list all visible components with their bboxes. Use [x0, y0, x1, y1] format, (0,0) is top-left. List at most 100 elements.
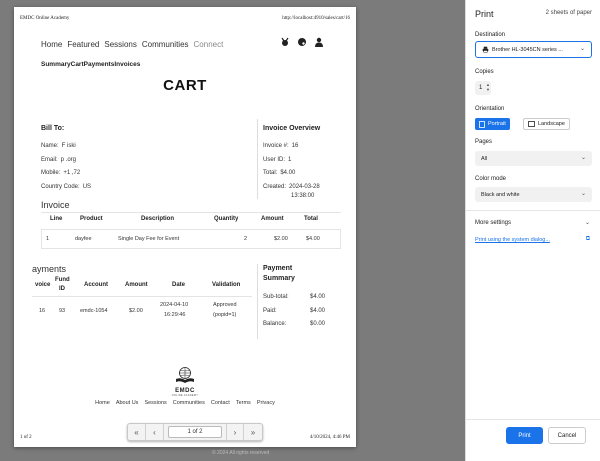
printer-icon — [482, 46, 489, 53]
divider — [257, 119, 258, 199]
last-page-button[interactable]: » — [244, 424, 262, 440]
col-total: Total — [304, 216, 318, 222]
chevron-down-icon: ⌄ — [580, 155, 586, 161]
page-header-url: http://localhost:4910/sales/cart/16 — [282, 16, 350, 21]
print-settings-panel: Print 2 sheets of paper Destination Brot… — [465, 0, 600, 461]
bill-to-name: Name: F iski — [41, 143, 76, 149]
cancel-button[interactable]: Cancel — [548, 427, 586, 444]
subtotal-label: Sub-total: — [263, 294, 289, 300]
cell-description: Single Day Fee for Event — [118, 236, 180, 242]
cell-quantity: 2 — [244, 236, 248, 242]
col-line: Line — [50, 216, 63, 222]
footer-about: About Us — [115, 400, 139, 406]
palette-icon — [298, 38, 306, 46]
badge-icon — [281, 37, 289, 46]
nav-home: Home — [41, 40, 63, 49]
user-icon — [315, 37, 323, 47]
footer-privacy: Privacy — [256, 400, 275, 406]
col-amount: Amount — [261, 216, 284, 222]
cell-total: $4.00 — [306, 236, 320, 242]
col-invoice: voice — [35, 282, 51, 288]
footer-home: Home — [95, 400, 110, 406]
chevron-down-icon: ⌄ — [580, 191, 586, 197]
col-fund: Fund — [55, 277, 70, 283]
orientation-label: Orientation — [475, 106, 505, 112]
pages-label: Pages — [475, 139, 493, 145]
pages-value: All — [481, 155, 488, 162]
invoice-created-time: 13:38:00 — [291, 193, 315, 199]
bill-to-country: Country Code: US — [41, 184, 92, 190]
print-title: Print — [475, 9, 494, 19]
pages-select[interactable]: All ⌄ — [475, 151, 592, 166]
page-title: CART — [163, 77, 207, 94]
footer-sessions: Sessions — [144, 400, 167, 406]
system-dialog-link[interactable]: Print using the system dialog... — [475, 237, 550, 243]
print-button[interactable]: Print — [506, 427, 543, 444]
cell-date: 2024-04-10 — [160, 302, 189, 308]
page-number-input[interactable]: 1 of 2 — [168, 426, 222, 438]
landscape-button[interactable]: Landscape — [523, 118, 570, 130]
next-page-button[interactable]: › — [226, 424, 244, 440]
color-mode-select[interactable]: Black and white ⌄ — [475, 187, 592, 202]
page-footer-date: 4/10/2024, 4:46 PM — [309, 435, 350, 440]
nav-connect: Connect — [193, 40, 224, 49]
paid-label: Paid: — [263, 308, 277, 314]
footer-terms: Terms — [235, 400, 251, 406]
col-date: Date — [172, 282, 186, 288]
destination-value: Brother HL-3045CN series ... — [492, 46, 563, 53]
divider — [257, 264, 258, 339]
color-mode-label: Color mode — [475, 176, 507, 182]
page-navigator: « ‹ 1 of 2 › » — [127, 423, 263, 441]
cell-fund-id: 93 — [59, 308, 66, 314]
cell-amount: $2.00 — [274, 236, 288, 242]
emdc-logo: EMDC ONLINE ACADEMY — [170, 367, 200, 397]
col-product: Product — [80, 216, 103, 222]
chevron-down-icon[interactable]: ⌄ — [585, 219, 590, 226]
invoice-number: Invoice #: 16 — [263, 143, 299, 149]
col-quantity: Quantity — [214, 216, 239, 222]
first-page-button[interactable]: « — [128, 424, 146, 440]
preview-page: EMDC Online Academy http://localhost:491… — [14, 7, 356, 447]
more-settings-toggle[interactable]: More settings — [475, 220, 511, 226]
cell-product: dayfee — [75, 236, 92, 242]
site-nav: Home Featured Sessions Communities Conne… — [41, 40, 223, 49]
invoice-overview-heading: Invoice Overview — [263, 125, 321, 132]
spinner-icon: ▲ ▼ — [486, 82, 490, 92]
external-link-icon: ⧉ — [585, 236, 590, 242]
nav-icons — [280, 37, 324, 47]
color-mode-value: Black and white — [481, 191, 520, 198]
copies-label: Copies — [475, 69, 494, 75]
bill-to-email: Email: p .org — [41, 157, 77, 163]
book-logo-icon — [176, 367, 194, 383]
bill-to-heading: Bill To: — [41, 125, 65, 132]
destination-label: Destination — [475, 32, 506, 38]
cart-subnav: SummaryCartPaymentsInvoices — [41, 61, 141, 68]
cell-invoice: 16 — [39, 308, 46, 314]
user-id: User ID: 1 — [263, 157, 292, 163]
nav-communities: Communities — [141, 40, 189, 49]
portrait-button[interactable]: Portrait — [475, 118, 510, 130]
cell-payment-amount: $2.00 — [129, 308, 143, 314]
payment-summary-heading-2: Summary — [263, 275, 295, 282]
destination-select[interactable]: Brother HL-3045CN series ... ⌄ — [475, 41, 592, 58]
col-id: ID — [59, 286, 65, 292]
col-description: Description — [141, 216, 175, 222]
prev-page-button[interactable]: ‹ — [146, 424, 164, 440]
divider — [32, 296, 252, 297]
payment-summary-heading: Payment — [263, 265, 293, 272]
payments-heading: ayments — [32, 264, 67, 274]
logo-subtext: ONLINE ACADEMY — [171, 394, 199, 397]
col-account: Account — [84, 282, 108, 288]
bill-to-mobile: Mobile: +1 ,72 — [41, 170, 81, 176]
col-validation: Validation — [212, 282, 241, 288]
balance-value: $0.00 — [310, 321, 326, 327]
chevron-down-icon: ⌄ — [579, 46, 585, 52]
cell-line: 1 — [46, 236, 50, 242]
divider — [466, 419, 600, 420]
divider — [466, 210, 600, 211]
nav-sessions: Sessions — [104, 40, 137, 49]
balance-label: Balance: — [263, 321, 287, 327]
nav-featured: Featured — [67, 40, 100, 49]
portrait-icon — [479, 120, 485, 128]
copies-stepper[interactable]: 1 ▲ ▼ — [475, 81, 491, 95]
